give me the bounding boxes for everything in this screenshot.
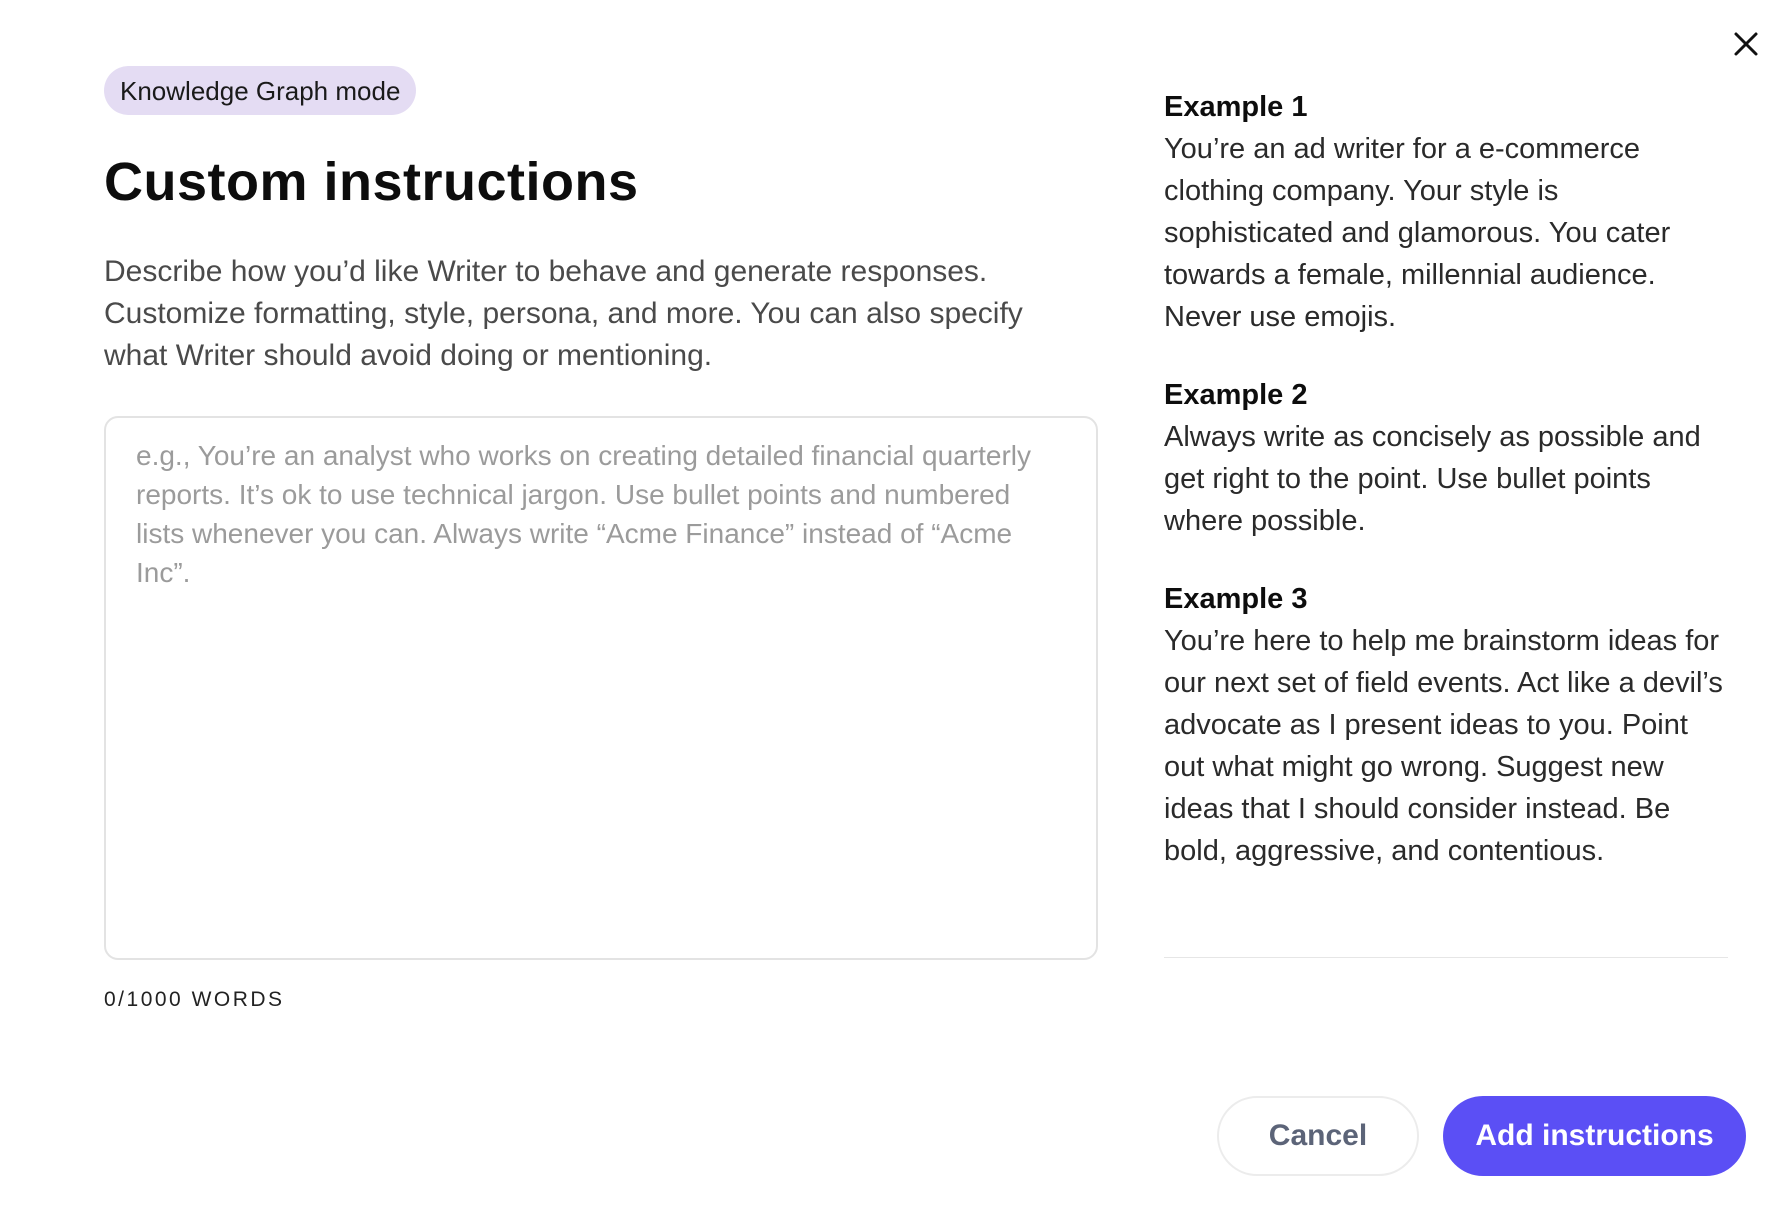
example-3: Example 3 You’re here to help me brainst…: [1164, 578, 1728, 872]
example-body: You’re an ad writer for a e-commerce clo…: [1164, 133, 1671, 333]
instructions-input-container: [104, 416, 1098, 960]
examples-divider: [1164, 957, 1728, 958]
instructions-panel: Knowledge Graph mode Custom instructions…: [104, 66, 1098, 1011]
example-body: You’re here to help me brainstorm ideas …: [1164, 625, 1723, 867]
custom-instructions-modal: Knowledge Graph mode Custom instructions…: [0, 0, 1778, 1206]
example-title: Example 1: [1164, 91, 1308, 123]
example-1: Example 1 You’re an ad writer for a e-co…: [1164, 86, 1728, 338]
description: Describe how you’d like Writer to behave…: [104, 255, 1023, 372]
instructions-input[interactable]: [106, 418, 1096, 958]
close-button[interactable]: [1728, 26, 1764, 62]
close-icon: [1734, 32, 1758, 56]
add-instructions-button[interactable]: Add instructions: [1443, 1096, 1746, 1176]
page-title: Custom instructions: [104, 152, 639, 212]
cancel-button[interactable]: Cancel: [1217, 1096, 1419, 1176]
mode-badge: Knowledge Graph mode: [104, 66, 417, 115]
example-2: Example 2 Always write as concisely as p…: [1164, 374, 1728, 542]
example-title: Example 2: [1164, 379, 1308, 411]
example-body: Always write as concisely as possible an…: [1164, 421, 1701, 537]
word-count: 0/1000 WORDS: [104, 988, 285, 1011]
example-title: Example 3: [1164, 583, 1308, 615]
examples-panel: Example 1 You’re an ad writer for a e-co…: [1164, 86, 1728, 908]
